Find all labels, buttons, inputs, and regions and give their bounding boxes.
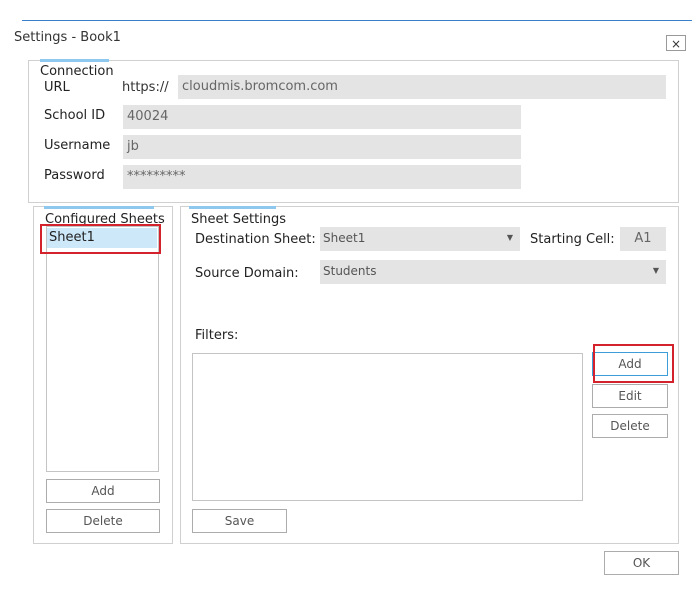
url-field[interactable]: cloudmis.bromcom.com [178,75,666,99]
ok-button[interactable]: OK [604,551,679,575]
password-label: Password [44,168,105,183]
sheets-list[interactable] [46,226,159,472]
source-domain-value: Students [323,264,377,278]
username-label: Username [44,138,111,153]
filters-label: Filters: [195,328,239,343]
starting-cell-label: Starting Cell: [530,232,615,247]
school-id-field[interactable]: 40024 [123,105,521,129]
starting-cell-field[interactable]: A1 [620,227,666,251]
close-icon: × [670,37,682,51]
configured-sheets-tab-accent [44,206,154,209]
destination-sheet-value: Sheet1 [323,231,366,245]
connection-tab-accent [40,59,109,62]
edit-filter-button[interactable]: Edit [592,384,668,408]
source-domain-dropdown[interactable]: Students ▼ [320,260,666,284]
url-prefix: https:// [122,80,169,95]
sheet-settings-title: Sheet Settings [191,212,287,227]
url-label: URL [44,80,70,95]
window-top-border [22,20,692,21]
highlight-sheet1 [40,224,161,254]
connection-group-title: Connection [40,64,114,79]
highlight-add-filter [593,344,674,383]
password-field[interactable]: ********* [123,165,521,189]
chevron-down-icon: ▼ [506,233,513,242]
chevron-down-icon: ▼ [652,266,659,275]
filters-list[interactable] [192,353,583,501]
delete-filter-button[interactable]: Delete [592,414,668,438]
sheet-settings-tab-accent [189,206,276,209]
destination-sheet-label: Destination Sheet: [195,232,316,247]
close-button[interactable]: × [666,35,686,51]
source-domain-label: Source Domain: [195,266,299,281]
school-id-label: School ID [44,108,106,123]
destination-sheet-dropdown[interactable]: Sheet1 ▼ [320,227,520,251]
username-field[interactable]: jb [123,135,521,159]
add-sheet-button[interactable]: Add [46,479,160,503]
window-title: Settings - Book1 [14,30,121,45]
delete-sheet-button[interactable]: Delete [46,509,160,533]
save-button[interactable]: Save [192,509,287,533]
